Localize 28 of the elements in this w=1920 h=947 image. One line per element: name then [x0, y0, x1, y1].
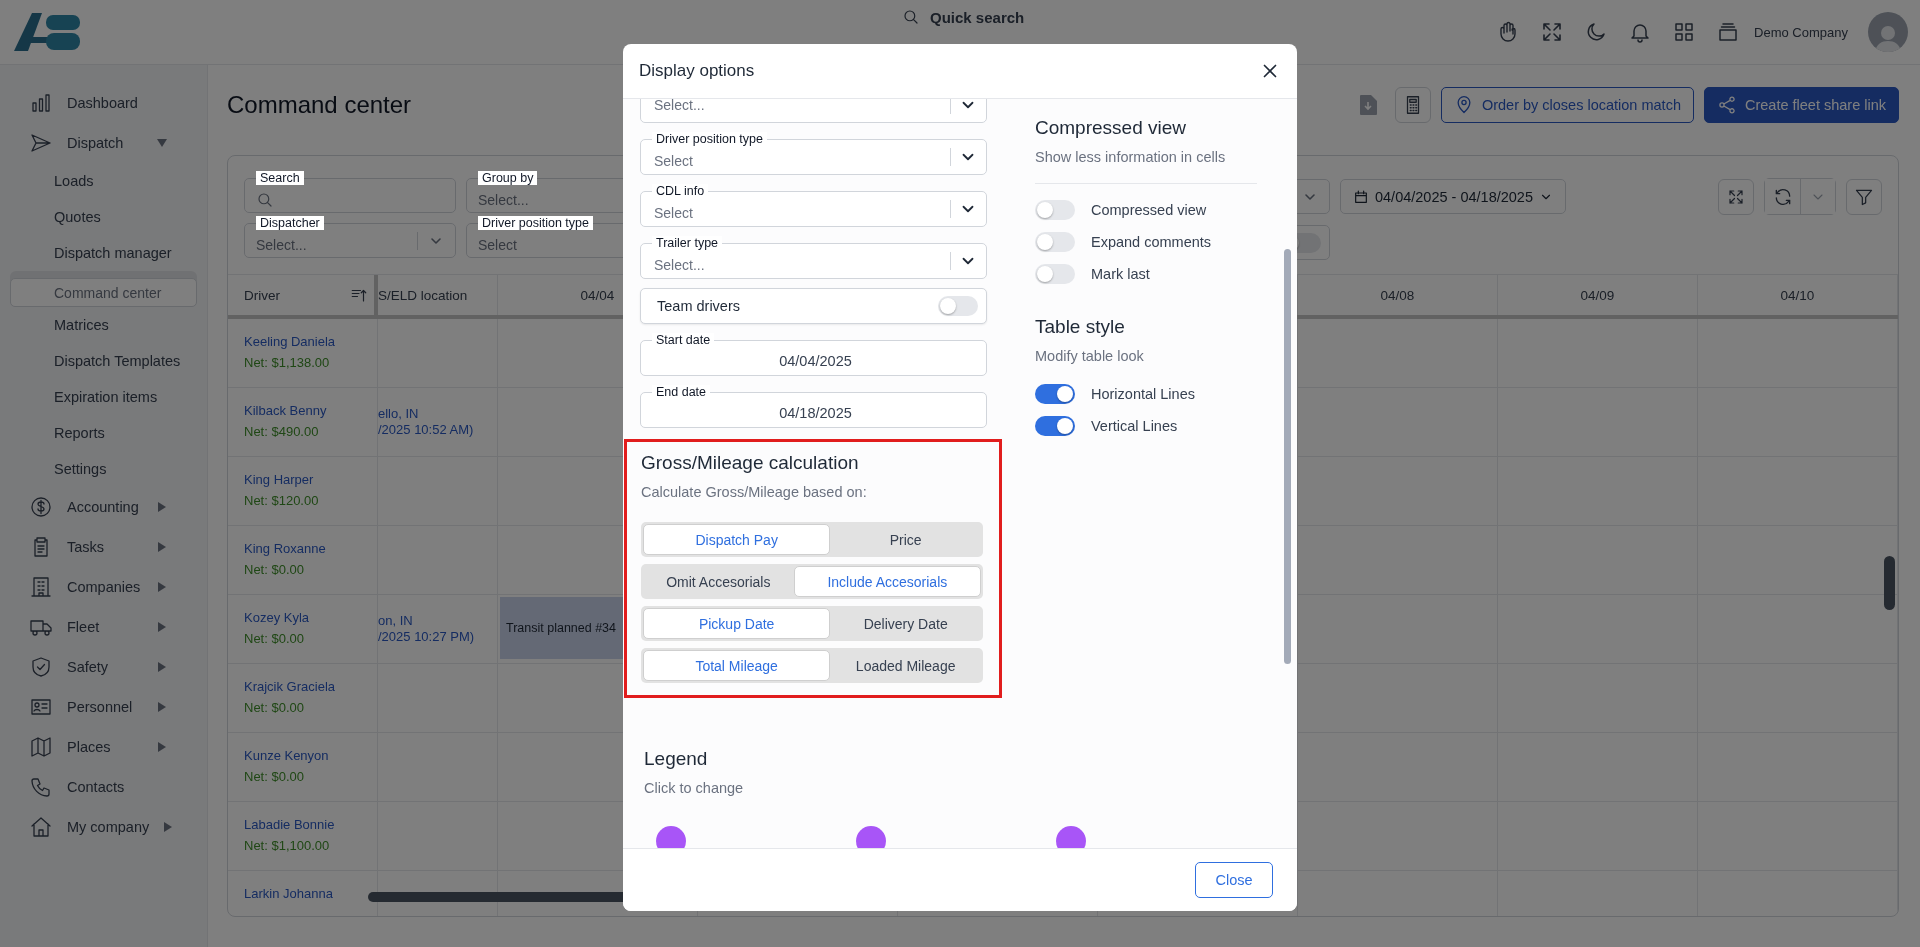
- column-header: 04/10: [1698, 275, 1898, 315]
- section-title: Compressed view: [1035, 117, 1187, 139]
- net-amount: Net: $0.00: [244, 700, 305, 715]
- page-title: Command center: [227, 91, 412, 119]
- toggle-label: Vertical Lines: [1091, 418, 1178, 434]
- dialog-title: Display options: [639, 61, 755, 81]
- column-header: Driver: [228, 275, 378, 315]
- net-amount: Net: $0.00: [244, 562, 305, 577]
- column-header: 04/09: [1498, 275, 1698, 315]
- section-subtitle: Click to change: [644, 780, 745, 796]
- toggle-label: Horizontal Lines: [1091, 386, 1195, 402]
- section-title: Gross/Mileage calculation: [641, 452, 860, 474]
- section-title: Table style: [1035, 316, 1126, 338]
- net-amount: Net: $1,138.00: [244, 355, 331, 370]
- net-amount: Net: $1,100.00: [244, 838, 331, 853]
- net-amount: Net: $120.00: [244, 493, 320, 508]
- section-title: Legend: [644, 748, 709, 770]
- section-subtitle: Modify table look: [1035, 348, 1145, 364]
- net-amount: Net: $0.00: [244, 769, 305, 784]
- column-header: 04/08: [1298, 275, 1498, 315]
- section-subtitle: Show less information in cells: [1035, 149, 1227, 165]
- net-amount: Net: $0.00: [244, 631, 305, 646]
- toggle-label: Compressed view: [1091, 202, 1207, 218]
- net-amount: Net: $490.00: [244, 424, 320, 439]
- toggle-label: Mark last: [1091, 266, 1150, 282]
- section-subtitle: Calculate Gross/Mileage based on:: [641, 484, 868, 500]
- column-header: S/ELD location: [378, 275, 498, 315]
- toggle-label: Expand comments: [1091, 234, 1212, 250]
